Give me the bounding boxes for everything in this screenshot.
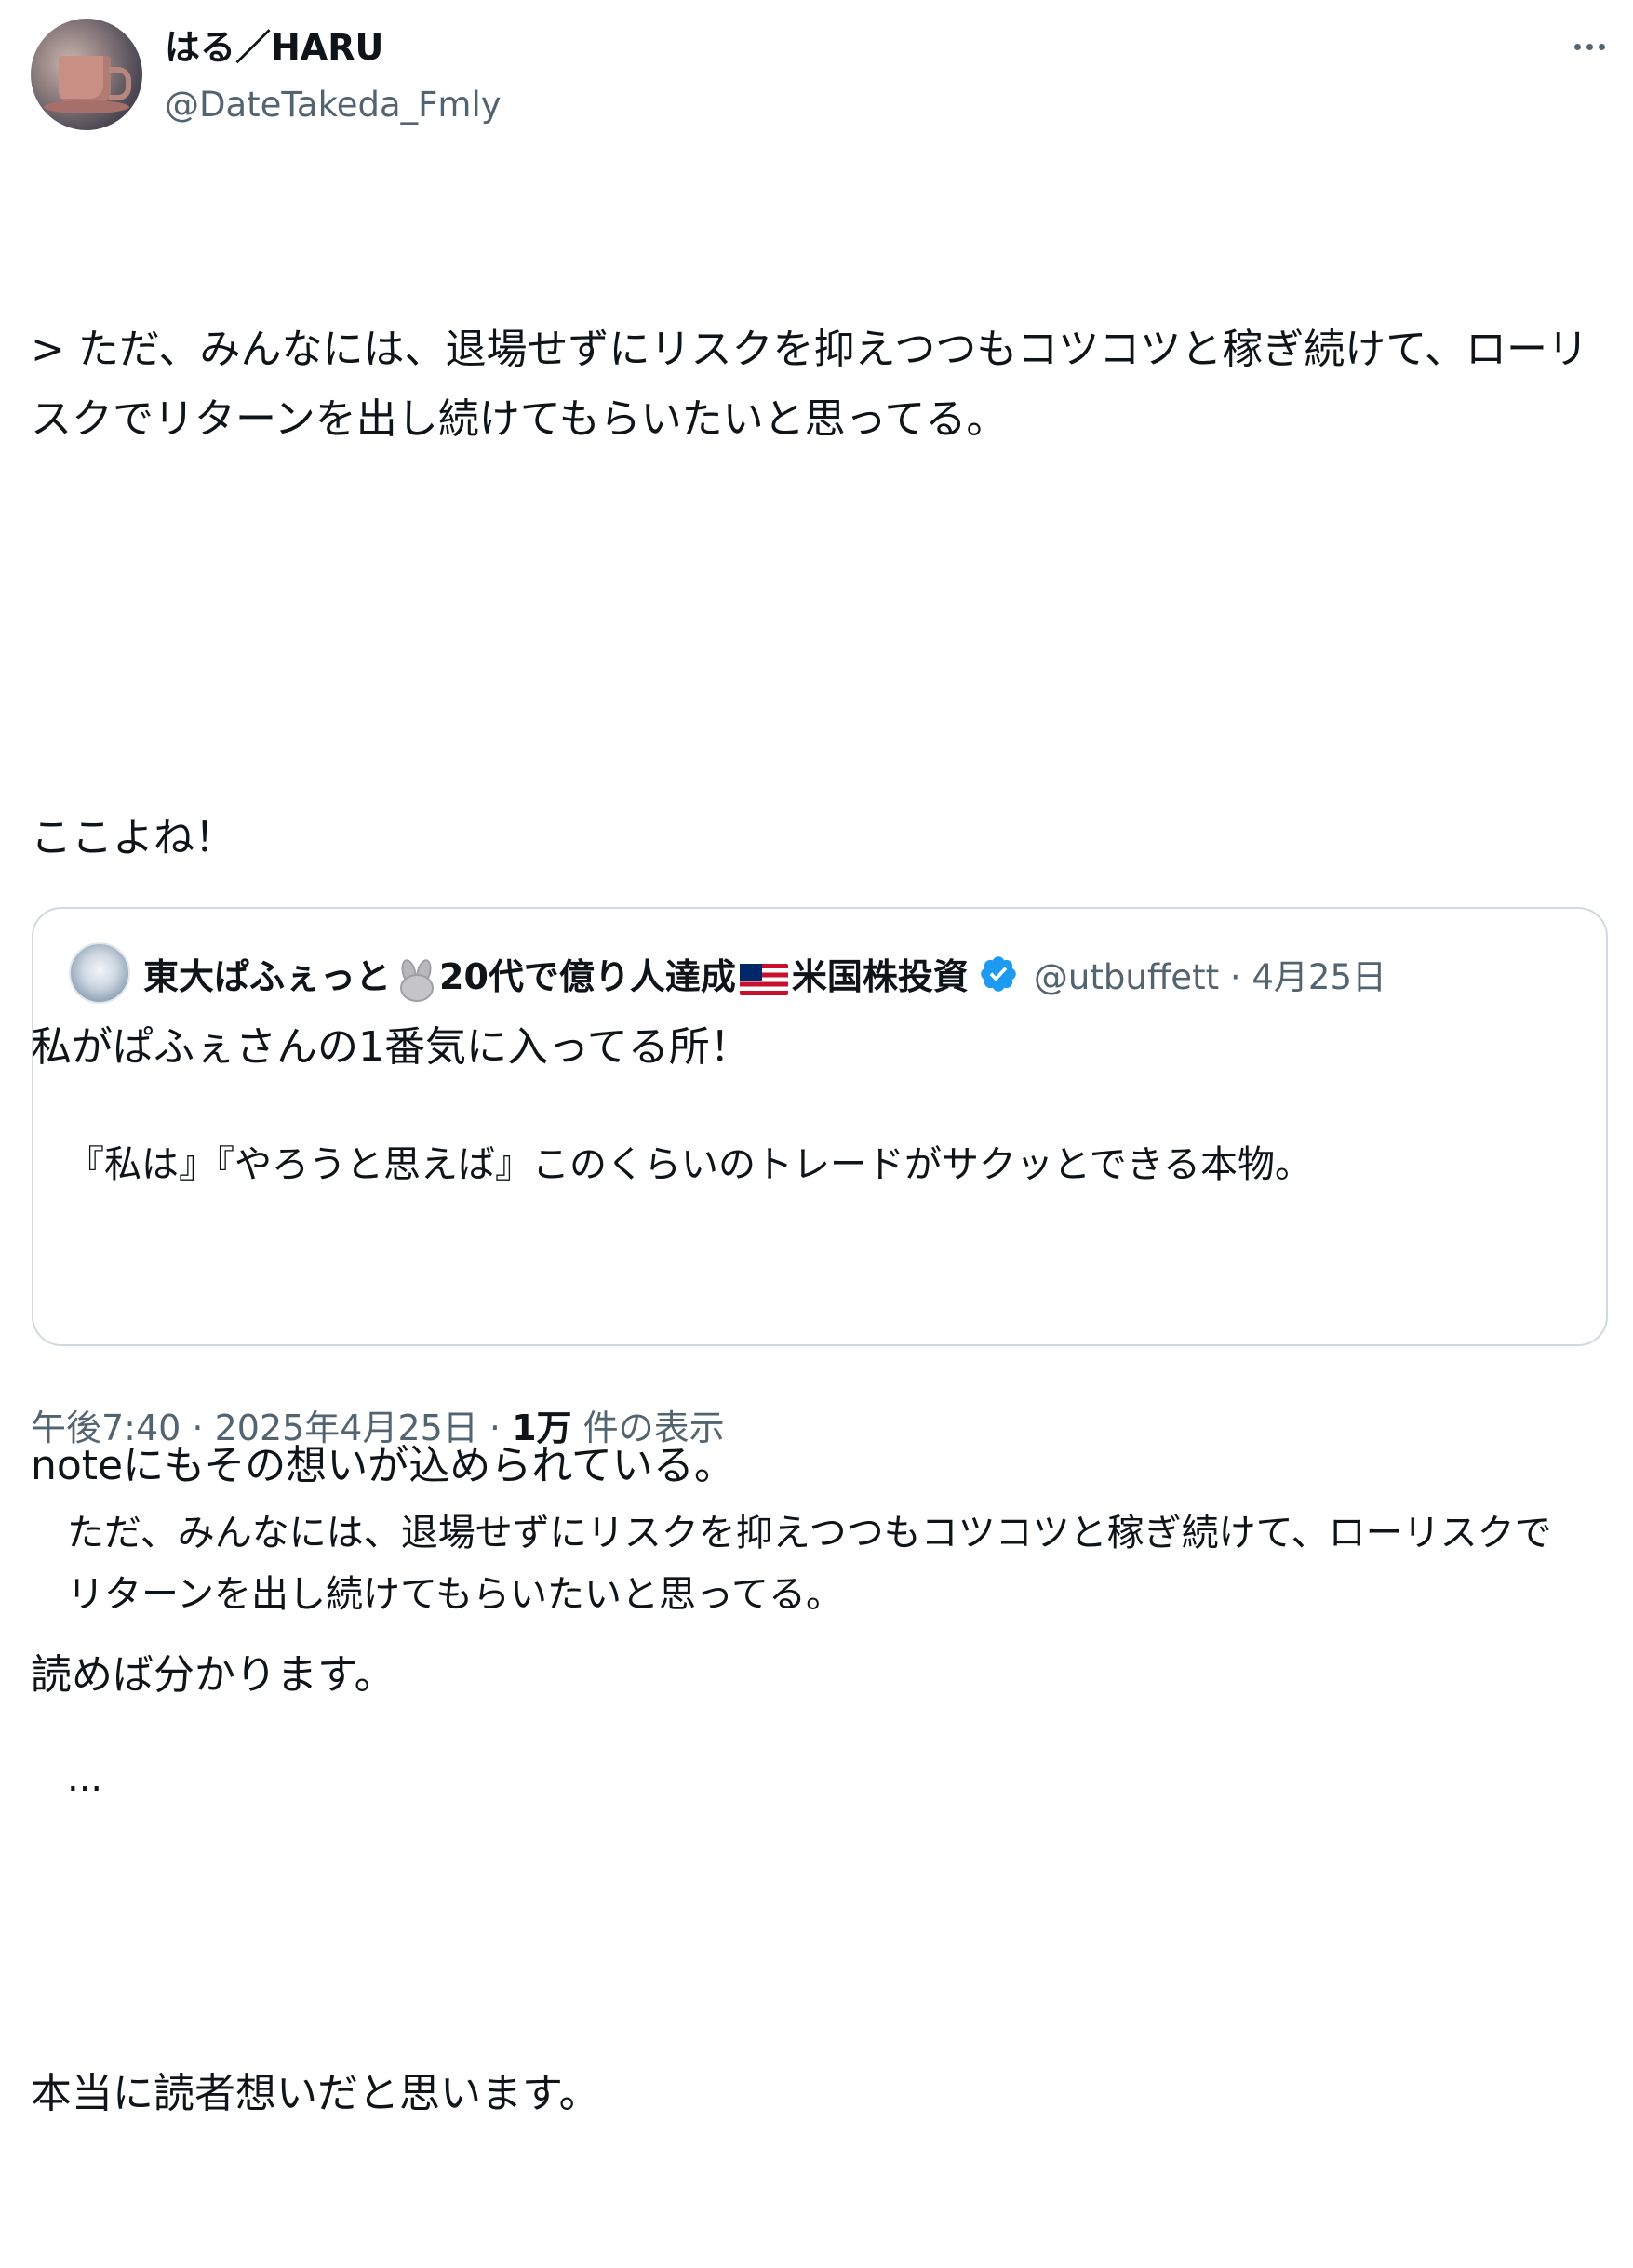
more-options-button[interactable] [1563,30,1615,63]
quoted-author-avatar[interactable] [69,942,130,1004]
quoted-name-part: 東大ぱふぇっと [143,956,392,998]
avatar-saucer-shape [44,100,129,113]
more-dots-icon [1586,43,1593,50]
quoted-tweet-date[interactable]: 4月25日 [1252,957,1386,997]
tweet-date[interactable]: 2025年4月25日 [215,1407,478,1448]
more-dots-icon [1573,43,1581,50]
quoted-name-part: 20代で億り人達成 [439,956,736,998]
quoted-tweet-card[interactable]: 東大ぱふぇっと 20代で億り人達成 米国株投資 @utbuffett · 4月25日… [32,907,1608,1800]
author-handle[interactable]: @DateTakeda_Fmly [165,82,502,128]
quoted-author-name[interactable]: 東大ぱふぇっと 20代で億り人達成 米国株投資 [143,948,969,1002]
quoted-tweet-text: 『私は』『やろうと思えば』このくらいのトレードがサクッとできる本物。 ただ、みん… [67,1011,1584,1932]
author-display-name[interactable]: はる／HARU [165,24,383,71]
meta-separator: · [181,1407,215,1448]
tweet-time[interactable]: 午後7:40 [31,1407,181,1448]
rabbit-emoji-icon [395,957,435,1002]
tweet-line: > ただ、みんなには、退場せずにリスクを抑えつつもコツコツと稼ぎ続けて、ローリス… [31,326,1589,443]
avatar-cup-handle-shape [109,67,131,100]
tweet-metadata: 午後7:40 · 2025年4月25日 · 1万 件の表示 [31,1400,725,1456]
author-avatar[interactable] [31,19,142,130]
views-label: 件の表示 [571,1407,725,1448]
quoted-tweet-header: 東大ぱふぇっと 20代で億り人達成 米国株投資 @utbuffett · 4月25日 [143,944,1386,1004]
more-dots-icon [1598,43,1605,50]
meta-separator: · [477,1407,513,1448]
verified-badge-icon [981,956,1016,992]
meta-separator: · [1219,957,1252,997]
quoted-line: ... [67,1757,103,1800]
quoted-line: 『私は』『やろうと思えば』このくらいのトレードがサクッとできる本物。 [67,1143,1312,1186]
us-flag-emoji-icon [739,963,788,995]
tweet-line: ここよね！ [31,814,235,861]
tweet: はる／HARU @DateTakeda_Fmly > ただ、みんなには、退場せず… [0,0,1633,2117]
avatar-cup-shape [59,56,111,104]
quoted-author-handle[interactable]: @utbuffett [1034,957,1219,997]
quoted-line: ただ、みんなには、退場せずにリスクを抑えつつもコツコツと稼ぎ続けて、ローリスクで… [67,1512,1552,1616]
views-count[interactable]: 1万 [512,1407,571,1448]
tweet-line: 本当に読者想いだと思います。 [31,2070,600,2117]
quoted-name-part: 米国株投資 [791,956,969,998]
quoted-meta: @utbuffett · 4月25日 [1034,949,1386,999]
